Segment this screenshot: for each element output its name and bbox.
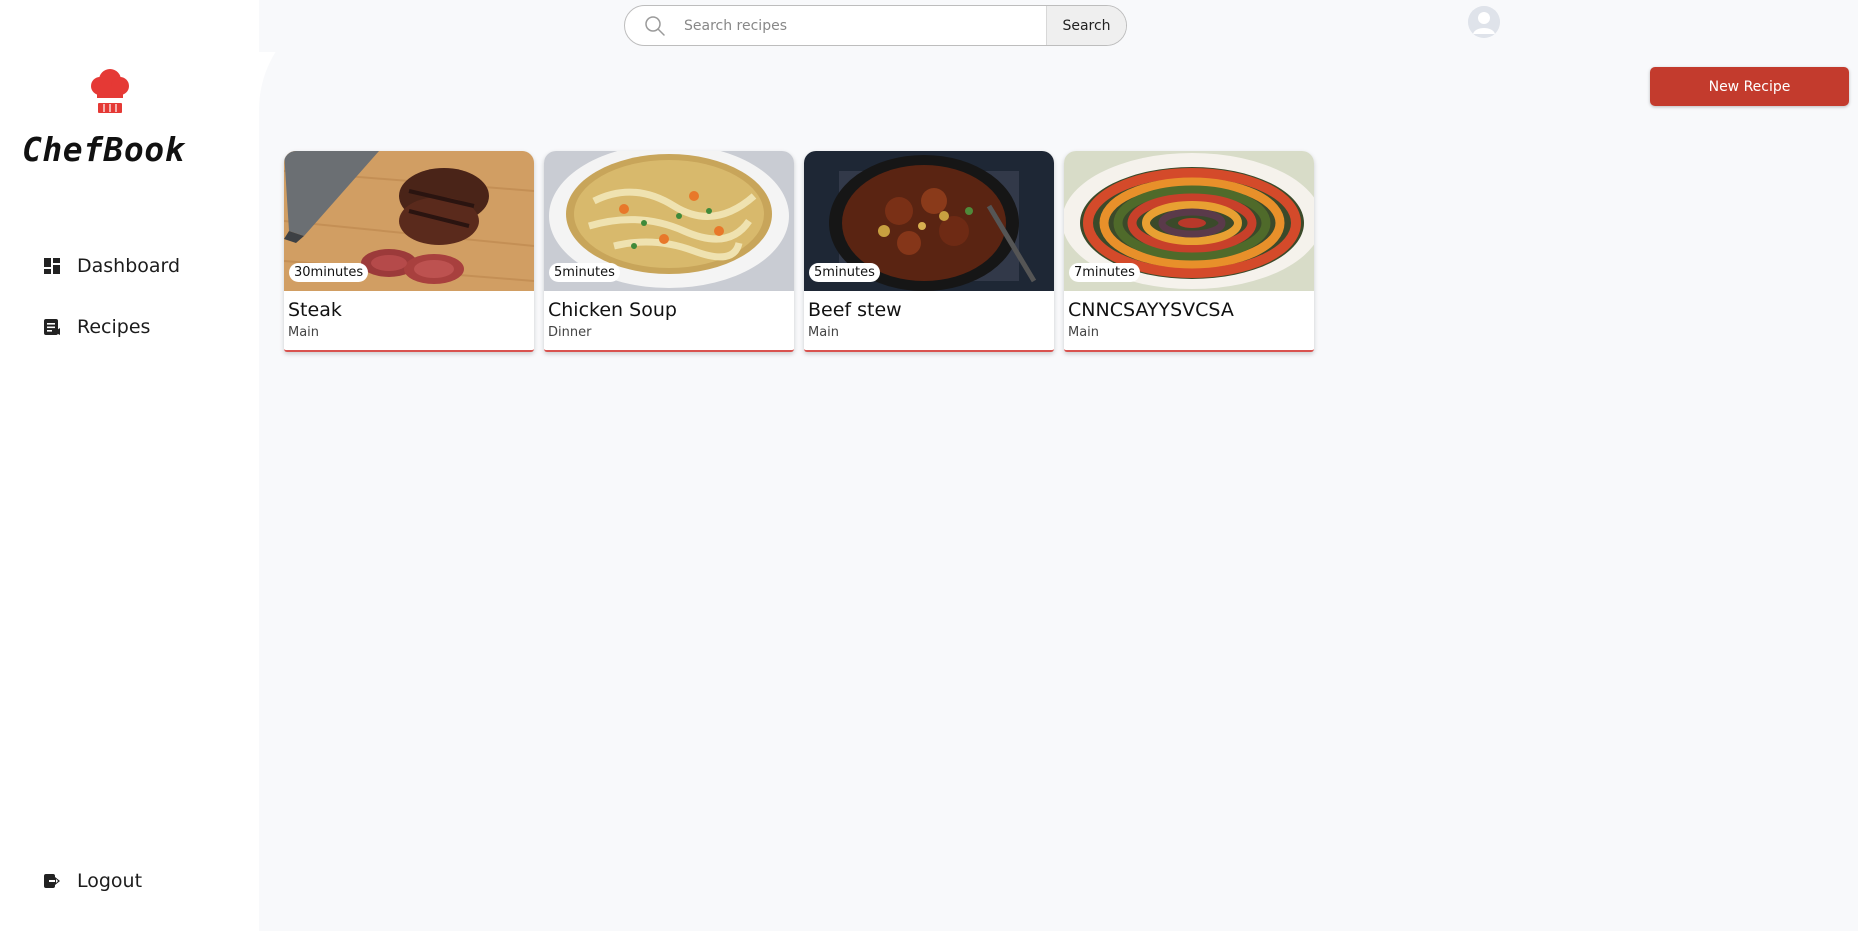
- recipe-card[interactable]: 7minutes CNNCSAYYSVCSA Main: [1064, 151, 1314, 352]
- main-content: Search New Recipe: [259, 0, 1858, 931]
- recipe-title: Steak: [288, 299, 342, 321]
- sidebar-item-label: Dashboard: [77, 255, 181, 277]
- logout-label: Logout: [77, 870, 143, 892]
- recipe-title: Chicken Soup: [548, 299, 677, 321]
- app: ChefBook Dashboard Recipes Logout Search…: [0, 0, 1858, 931]
- recipe-category: Main: [1068, 325, 1100, 340]
- recipe-card[interactable]: 30minutes Steak Main: [284, 151, 534, 352]
- search-bar: Search: [624, 5, 1127, 46]
- logo: [20, 68, 200, 116]
- recipe-grid: 30minutes Steak Main 5minutes Chicken So…: [284, 151, 1314, 352]
- sidebar-item-label: Recipes: [77, 316, 151, 338]
- sidebar-item-recipes[interactable]: Recipes: [44, 316, 150, 338]
- search-icon: [645, 15, 665, 36]
- recipe-card[interactable]: 5minutes Beef stew Main: [804, 151, 1054, 352]
- cook-time-badge: 30minutes: [289, 263, 369, 282]
- search-input[interactable]: [684, 17, 1046, 34]
- cook-time-badge: 5minutes: [549, 263, 620, 282]
- chef-hat-icon: [91, 69, 129, 113]
- app-name: ChefBook: [22, 130, 185, 169]
- cook-time-badge: 5minutes: [809, 263, 880, 282]
- recipe-category: Main: [808, 325, 840, 340]
- sidebar-item-dashboard[interactable]: Dashboard: [44, 255, 180, 277]
- search-button[interactable]: Search: [1046, 6, 1126, 45]
- dashboard-icon: [44, 258, 60, 274]
- user-avatar-icon[interactable]: [1468, 6, 1500, 38]
- recipe-card[interactable]: 5minutes Chicken Soup Dinner: [544, 151, 794, 352]
- recipe-title: Beef stew: [808, 299, 902, 321]
- cook-time-badge: 7minutes: [1069, 263, 1140, 282]
- recipe-category: Main: [288, 325, 320, 340]
- sidebar: ChefBook Dashboard Recipes Logout: [0, 0, 260, 931]
- recipe-title: CNNCSAYYSVCSA: [1068, 299, 1234, 321]
- logout-icon: [44, 874, 60, 888]
- logout-button[interactable]: Logout: [44, 870, 142, 892]
- new-recipe-button[interactable]: New Recipe: [1650, 67, 1849, 106]
- recipe-book-icon: [44, 319, 60, 335]
- avatar-silhouette: [1468, 6, 1500, 38]
- recipe-category: Dinner: [548, 325, 592, 340]
